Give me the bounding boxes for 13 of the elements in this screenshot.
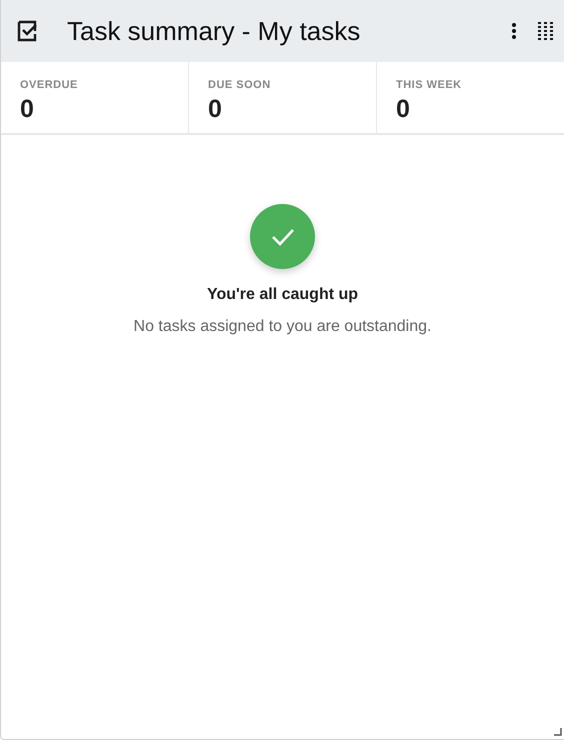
- stat-label: DUE SOON: [208, 78, 272, 93]
- checkbox-icon: [16, 19, 40, 43]
- stat-label: OVERDUE: [20, 78, 79, 93]
- stat-value: 0: [208, 94, 223, 124]
- stat-value: 0: [396, 94, 411, 124]
- widget-title: Task summary - My tasks: [67, 14, 362, 48]
- resize-handle-icon[interactable]: [554, 728, 562, 736]
- empty-state-message: No tasks assigned to you are outstanding.: [134, 317, 432, 337]
- stat-value: 0: [20, 94, 35, 124]
- checkmark-icon: [270, 228, 294, 246]
- stat-label: THIS WEEK: [396, 78, 463, 93]
- empty-state-title: You're all caught up: [206, 285, 358, 305]
- drag-handle-icon[interactable]: [538, 22, 554, 40]
